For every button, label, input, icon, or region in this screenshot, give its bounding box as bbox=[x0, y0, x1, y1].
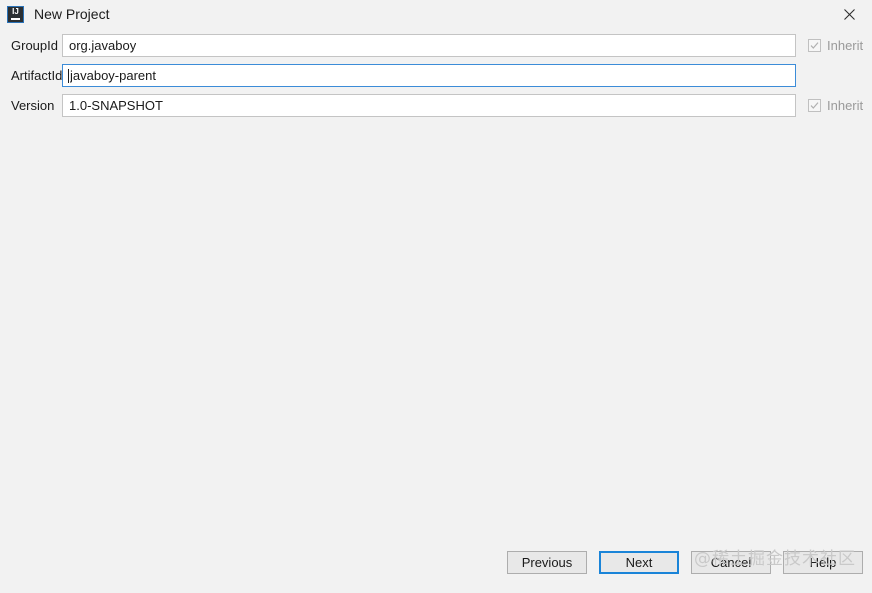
app-icon-bar bbox=[11, 17, 20, 20]
close-icon bbox=[843, 8, 855, 20]
title-bar: IJ New Project bbox=[0, 0, 872, 28]
help-button[interactable]: Help bbox=[783, 550, 863, 574]
new-project-dialog: IJ New Project GroupId org.javaboy Inher… bbox=[0, 0, 872, 593]
version-inherit-checkbox[interactable] bbox=[808, 99, 821, 112]
artifactid-input[interactable]: javaboy-parent bbox=[62, 64, 796, 87]
version-inherit-label: Inherit bbox=[827, 97, 864, 113]
groupid-inherit-cell: Inherit bbox=[800, 38, 872, 54]
cancel-button[interactable]: Cancel bbox=[691, 550, 771, 574]
window-title: New Project bbox=[34, 6, 110, 22]
app-icon-label: IJ bbox=[12, 6, 19, 16]
version-inherit-cell: Inherit bbox=[800, 98, 872, 114]
intellij-idea-icon: IJ bbox=[7, 5, 24, 23]
version-value: 1.0-SNAPSHOT bbox=[69, 98, 163, 113]
form-row-artifactid: ArtifactId javaboy-parent Inherit bbox=[0, 64, 872, 87]
groupid-label: GroupId bbox=[11, 38, 58, 53]
artifactid-value: javaboy-parent bbox=[70, 68, 156, 83]
dialog-button-bar: Previous Next Cancel Help bbox=[0, 543, 872, 593]
artifactid-label: ArtifactId bbox=[11, 68, 63, 83]
close-button[interactable] bbox=[826, 0, 872, 28]
text-caret bbox=[68, 68, 69, 83]
dialog-content-spacer bbox=[0, 117, 872, 543]
form-row-groupid: GroupId org.javaboy Inherit bbox=[0, 34, 872, 57]
version-label: Version bbox=[11, 98, 55, 113]
form-row-version: Version 1.0-SNAPSHOT Inherit bbox=[0, 94, 872, 117]
checkmark-icon bbox=[810, 42, 819, 49]
groupid-value: org.javaboy bbox=[69, 38, 137, 53]
checkmark-icon bbox=[810, 102, 819, 109]
next-button[interactable]: Next bbox=[599, 550, 679, 574]
groupid-inherit-label: Inherit bbox=[827, 37, 864, 53]
groupid-inherit-checkbox[interactable] bbox=[808, 39, 821, 52]
version-input[interactable]: 1.0-SNAPSHOT bbox=[62, 94, 796, 117]
groupid-input[interactable]: org.javaboy bbox=[62, 34, 796, 57]
previous-button[interactable]: Previous bbox=[507, 550, 587, 574]
maven-coordinates-form: GroupId org.javaboy Inherit ArtifactId j… bbox=[0, 28, 872, 117]
